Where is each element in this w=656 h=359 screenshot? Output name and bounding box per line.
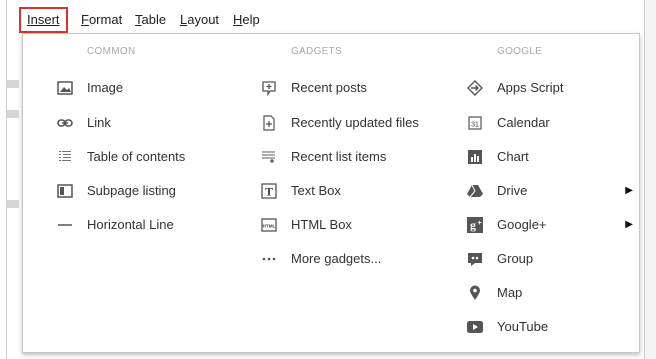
menu-item-label: Recently updated files	[291, 115, 419, 130]
menu-format-label: Format	[81, 12, 123, 27]
menu-layout-label: Layout	[180, 12, 220, 27]
group-icon	[467, 251, 483, 267]
menu-item-google-plus[interactable]: g + Google+ ▶	[467, 214, 633, 236]
google-plus-icon: g +	[467, 217, 483, 233]
menu-help-label: Help	[233, 12, 260, 27]
recent-posts-icon	[261, 80, 277, 96]
image-icon	[57, 80, 73, 96]
svg-text:+: +	[477, 220, 481, 227]
menu-item-label: Calendar	[497, 115, 550, 130]
menu-item-label: Chart	[497, 149, 529, 164]
menu-item-drive[interactable]: Drive ▶	[467, 180, 633, 202]
menu-item-calendar[interactable]: 31 Calendar	[467, 112, 631, 134]
svg-text:g: g	[470, 218, 476, 232]
menu-item-label: Group	[497, 251, 534, 266]
menu-item-apps-script[interactable]: Apps Script	[467, 77, 631, 99]
menu-item-label: Google+	[497, 217, 547, 232]
drive-icon	[467, 183, 483, 199]
menu-item-group[interactable]: Group	[467, 248, 631, 270]
background-stripe	[7, 200, 19, 208]
insert-dropdown-menu: COMMON Image Link Table of contents Subp…	[22, 33, 640, 353]
menu-table[interactable]: Table	[129, 7, 172, 33]
left-edge	[0, 0, 7, 359]
background-stripe	[7, 80, 19, 88]
table-of-contents-icon	[57, 149, 73, 165]
menu-item-youtube[interactable]: YouTube	[467, 316, 631, 338]
menu-item-label: Image	[87, 80, 124, 95]
menubar: Insert Format Table Layout Help	[19, 7, 639, 33]
svg-text:T: T	[265, 185, 273, 199]
link-icon	[57, 115, 73, 131]
menu-table-label: Table	[135, 12, 167, 27]
svg-text:31: 31	[471, 122, 479, 129]
column-header-gadgets: GADGETS	[291, 46, 342, 57]
text-box-icon: T	[261, 183, 277, 199]
menu-item-label: Horizontal Line	[87, 217, 174, 232]
recently-updated-files-icon	[261, 115, 277, 131]
menu-item-label: Drive	[497, 183, 528, 198]
menu-item-label: Link	[87, 115, 111, 130]
horizontal-line-icon	[57, 217, 73, 233]
subpage-listing-icon	[57, 183, 73, 199]
more-gadgets-icon	[261, 251, 277, 267]
map-pin-icon	[467, 285, 483, 301]
html-box-icon: HTML	[261, 217, 277, 233]
menu-insert[interactable]: Insert	[19, 7, 68, 33]
chart-icon	[467, 149, 483, 165]
submenu-arrow-icon: ▶	[625, 185, 633, 196]
menu-item-label: Recent posts	[291, 80, 367, 95]
youtube-icon	[467, 319, 483, 335]
right-edge	[644, 0, 656, 359]
menu-item-label: YouTube	[497, 319, 549, 334]
menu-item-chart[interactable]: Chart	[467, 146, 631, 168]
menu-item-label: Text Box	[291, 183, 341, 198]
column-header-common: COMMON	[87, 46, 136, 57]
menu-item-label: Table of contents	[87, 149, 186, 164]
submenu-arrow-icon: ▶	[625, 219, 633, 230]
background-stripe	[7, 110, 19, 118]
menu-item-label: HTML Box	[291, 217, 352, 232]
menu-item-label: Map	[497, 285, 523, 300]
calendar-icon: 31	[467, 115, 483, 131]
menu-layout[interactable]: Layout	[174, 7, 225, 33]
menu-insert-label: Insert	[27, 12, 60, 27]
menu-item-label: More gadgets...	[291, 251, 382, 266]
menu-item-label: Apps Script	[497, 80, 564, 95]
column-header-google: GOOGLE	[497, 46, 543, 57]
menu-help[interactable]: Help	[227, 7, 266, 33]
menu-item-label: Subpage listing	[87, 183, 176, 198]
apps-script-icon	[467, 80, 483, 96]
svg-text:HTML: HTML	[263, 224, 276, 229]
menu-item-label: Recent list items	[291, 149, 387, 164]
recent-list-items-icon	[261, 149, 277, 165]
menu-format[interactable]: Format	[75, 7, 128, 33]
menu-item-map[interactable]: Map	[467, 282, 631, 304]
